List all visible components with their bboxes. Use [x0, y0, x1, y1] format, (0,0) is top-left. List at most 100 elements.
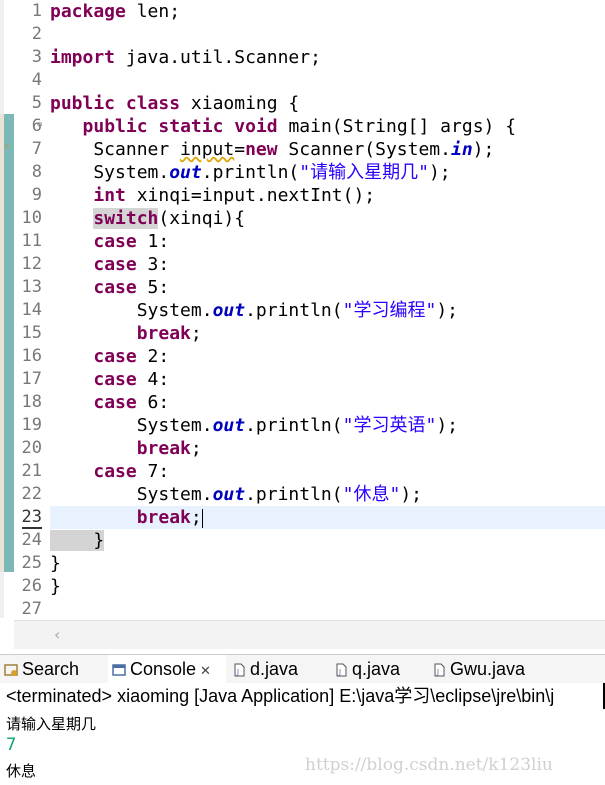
code-line[interactable]: case 7:	[50, 460, 605, 483]
line-number-gutter[interactable]: 1 2 3 4 5 6 7 8 9 10 11 12 13 14 15 16 1…	[14, 0, 42, 621]
code-line[interactable]	[50, 69, 605, 92]
line-number: 26	[21, 576, 42, 596]
code-line[interactable]: }	[50, 529, 605, 552]
code-token: );	[436, 300, 458, 321]
code-token: break	[136, 323, 191, 344]
line-number: 17	[21, 369, 42, 389]
svg-text:J: J	[236, 668, 239, 676]
line-number: 13	[21, 277, 42, 297]
code-token: }	[50, 576, 61, 597]
code-token: void	[234, 116, 278, 137]
line-number: 3	[31, 47, 42, 67]
code-token: 5:	[136, 277, 170, 298]
warning-icon[interactable]: ⚠	[4, 141, 14, 151]
code-line[interactable]: }	[50, 552, 605, 575]
code-area[interactable]: package len; import java.util.Scanner; p…	[50, 0, 605, 621]
code-line[interactable]: public class xiaoming {	[50, 92, 605, 115]
line-number: 24	[21, 530, 42, 550]
code-token: out	[212, 484, 246, 505]
tab-console[interactable]: Console ✕	[108, 655, 226, 683]
java-file-icon: J	[234, 663, 245, 677]
code-line[interactable]: case 4:	[50, 368, 605, 391]
code-token: out	[212, 300, 246, 321]
code-token: "请输入星期几"	[299, 162, 429, 183]
code-token: =	[234, 139, 246, 160]
tab-search[interactable]: Search	[0, 655, 108, 683]
code-token: main(String[] args) {	[277, 116, 517, 137]
code-token: System.	[50, 484, 213, 505]
code-line[interactable]: case 1:	[50, 230, 605, 253]
code-token: 7:	[136, 461, 170, 482]
code-token: public	[82, 116, 148, 137]
line-number: 25	[21, 553, 42, 573]
tab-d-java[interactable]: Jd.java	[228, 655, 328, 683]
console-user-input: 7	[6, 735, 17, 755]
scroll-left-icon[interactable]: ‹	[54, 625, 60, 644]
fold-collapse-icon[interactable]: ⊖	[37, 120, 42, 130]
code-line[interactable]: public static void main(String[] args) {	[50, 115, 605, 138]
quick-diff-bar	[4, 114, 14, 572]
code-token: Scanner	[50, 139, 181, 160]
bottom-panel-tabs: Search Console ✕ Jd.java Jq.java J Gwu.jav…	[0, 654, 605, 684]
code-token: out	[212, 415, 246, 436]
code-token: Scanner(System.	[277, 139, 451, 160]
code-line[interactable]: System.out.println("请输入星期几");	[50, 161, 605, 184]
code-line[interactable]: }	[50, 575, 605, 598]
code-token: );	[400, 484, 422, 505]
code-line[interactable]	[50, 598, 605, 621]
tab-q-java[interactable]: Jq.java	[330, 655, 426, 683]
tab-label: Search	[22, 659, 80, 679]
code-line[interactable]: case 2:	[50, 345, 605, 368]
code-line[interactable]: Scanner input=new Scanner(System.in);	[50, 138, 605, 161]
code-line[interactable]: import java.util.Scanner;	[50, 46, 605, 69]
code-line[interactable]: switch(xinqi){	[50, 207, 605, 230]
code-token: case	[93, 346, 137, 367]
code-token: ;	[190, 507, 202, 528]
line-number: 9	[31, 185, 42, 205]
svg-text:J: J	[436, 668, 439, 676]
line-number: 15	[21, 323, 42, 343]
tab-label: d.java	[250, 659, 299, 679]
code-token: len;	[125, 1, 181, 22]
current-line-number: 23	[14, 506, 42, 529]
code-line[interactable]: package len;	[50, 0, 605, 23]
horizontal-scrollbar[interactable]: ‹	[14, 620, 605, 649]
text-caret	[201, 508, 203, 528]
occurrence-highlight: switch	[93, 208, 159, 229]
code-line[interactable]: case 5:	[50, 276, 605, 299]
code-line[interactable]: System.out.println("休息");	[50, 483, 605, 506]
code-line[interactable]: int xinqi=input.nextInt();	[50, 184, 605, 207]
code-token: package	[50, 1, 126, 22]
code-line[interactable]: System.out.println("学习英语");	[50, 414, 605, 437]
search-icon	[4, 664, 18, 676]
tab-gwu-java[interactable]: J Gwu.java	[428, 655, 542, 683]
line-number: 16	[21, 346, 42, 366]
close-icon[interactable]: ✕	[200, 663, 211, 678]
current-code-line[interactable]: break;	[50, 506, 605, 529]
code-editor[interactable]: ⚠ 1 2 3 4 5 6 7 8 9 10 11 12 13 14 15 16…	[0, 0, 605, 621]
code-line[interactable]: System.out.println("学习编程");	[50, 299, 605, 322]
code-token: 1:	[136, 231, 170, 252]
code-line[interactable]	[50, 23, 605, 46]
code-token: );	[472, 139, 495, 160]
code-token: );	[436, 415, 458, 436]
code-token: case	[93, 231, 137, 252]
line-number: 8	[31, 162, 42, 182]
code-token: case	[93, 392, 137, 413]
code-token: import	[50, 47, 116, 68]
code-token: java.util.Scanner;	[115, 47, 321, 68]
code-line[interactable]: break;	[50, 437, 605, 460]
line-number: 2	[31, 24, 42, 44]
code-line[interactable]: case 6:	[50, 391, 605, 414]
code-line[interactable]: case 3:	[50, 253, 605, 276]
code-token: (xinqi){	[158, 208, 246, 229]
line-number: 22	[21, 484, 42, 504]
code-line[interactable]: break;	[50, 322, 605, 345]
console-output-line: 休息	[6, 763, 37, 780]
